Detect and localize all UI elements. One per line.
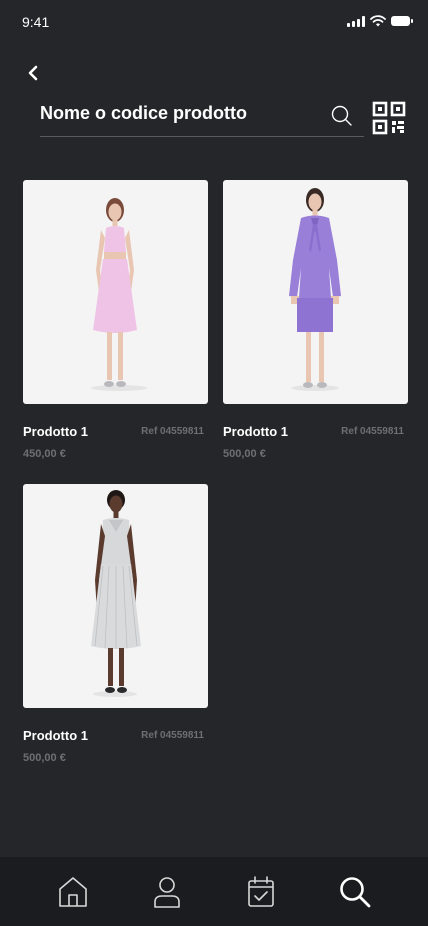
product-price: 450,00 € xyxy=(23,448,66,460)
model-photo xyxy=(91,490,141,697)
search-icon xyxy=(331,105,352,126)
search-bar xyxy=(40,92,364,137)
user-icon xyxy=(154,876,180,908)
product-card[interactable]: Prodotto 1 Ref 04559811 500,00 € xyxy=(223,180,408,484)
product-name: Prodotto 1 xyxy=(23,728,88,743)
status-bar: 9:41 xyxy=(0,0,428,44)
bottom-nav xyxy=(0,857,428,926)
product-name: Prodotto 1 xyxy=(23,424,88,439)
product-ref: Ref 04559811 xyxy=(141,426,204,437)
qr-scan-button[interactable] xyxy=(372,101,406,135)
product-price: 500,00 € xyxy=(223,448,266,460)
product-image xyxy=(223,180,408,404)
search-icon xyxy=(340,876,371,907)
product-ref: Ref 04559811 xyxy=(341,426,404,437)
home-icon xyxy=(59,876,87,907)
search-input[interactable] xyxy=(40,98,320,128)
qr-code-icon xyxy=(372,101,406,135)
nav-search[interactable] xyxy=(331,868,379,916)
product-image xyxy=(23,484,208,708)
nav-profile[interactable] xyxy=(143,868,191,916)
product-ref: Ref 04559811 xyxy=(141,730,204,741)
battery-icon xyxy=(391,16,413,26)
nav-appointments[interactable] xyxy=(237,868,285,916)
back-button[interactable] xyxy=(22,62,44,84)
product-card[interactable]: Prodotto 1 Ref 04559811 500,00 € xyxy=(23,484,208,788)
model-photo xyxy=(91,198,147,391)
product-card[interactable]: Prodotto 1 Ref 04559811 450,00 € xyxy=(23,180,208,484)
status-icons xyxy=(347,15,413,27)
status-time: 9:41 xyxy=(22,14,50,30)
product-grid: Prodotto 1 Ref 04559811 450,00 € Prodott… xyxy=(23,180,408,788)
chevron-left-icon xyxy=(28,65,38,81)
model-photo xyxy=(289,188,341,391)
product-image xyxy=(23,180,208,404)
product-name: Prodotto 1 xyxy=(223,424,288,439)
signal-icon xyxy=(347,15,365,27)
wifi-icon xyxy=(370,15,386,27)
calendar-check-icon xyxy=(248,875,274,907)
search-button[interactable] xyxy=(330,104,354,128)
nav-home[interactable] xyxy=(49,868,97,916)
product-price: 500,00 € xyxy=(23,752,66,764)
